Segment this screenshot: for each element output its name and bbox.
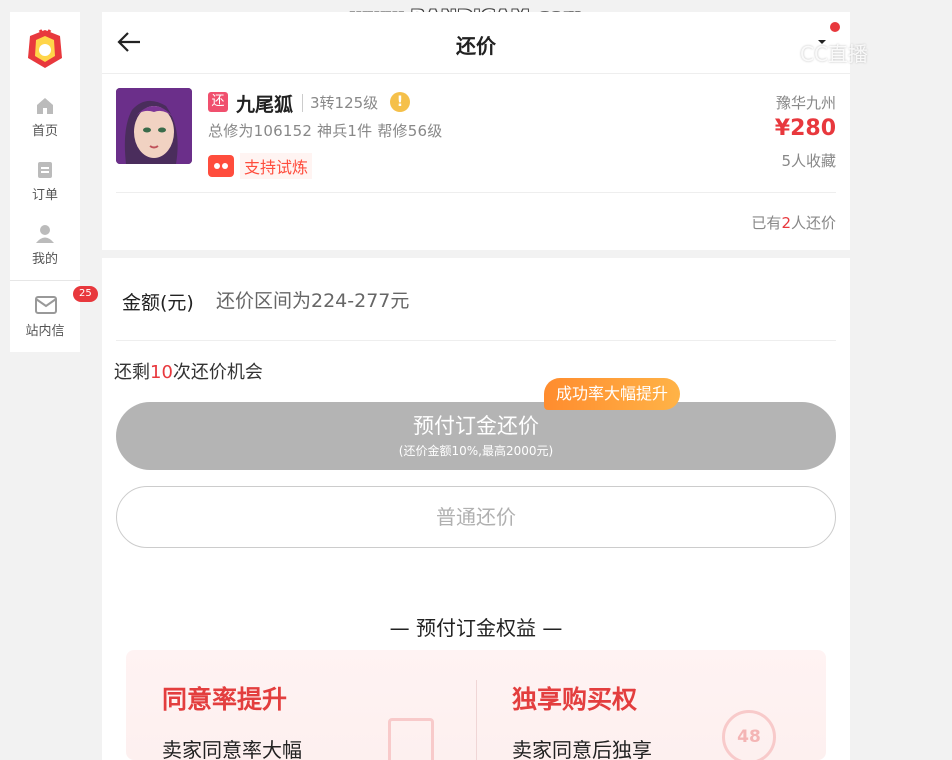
benefits-box: 同意率提升 卖家同意率大幅 独享购买权 卖家同意后独享 48: [126, 650, 826, 760]
divider: [476, 680, 477, 760]
benefits-title: — 预付订金权益 —: [389, 616, 563, 640]
benefit-desc: 卖家同意率大幅: [162, 738, 302, 760]
prepay-button-sublabel: (还价金额10%,最高2000元): [398, 444, 554, 458]
normal-haggle-button[interactable]: 普通还价: [116, 486, 836, 548]
sidebar-item-label: 首页: [31, 124, 58, 139]
message-count-badge: 25: [73, 286, 98, 302]
order-icon: [35, 160, 55, 180]
main-content: 还价 还 九尾狐 3转125级 ! 总修为106152 神兵1件 帮修56级 支…: [102, 12, 850, 760]
user-icon: [35, 224, 55, 244]
divider: [116, 192, 836, 193]
hours-badge-icon: 48: [722, 710, 776, 760]
info-warning-icon[interactable]: !: [390, 92, 410, 112]
sidebar-item-messages[interactable]: 25 站内信: [10, 286, 98, 339]
amount-input[interactable]: 还价区间为224-277元: [216, 286, 409, 313]
remaining-suffix: 次还价机会: [172, 362, 263, 383]
sidebar-item-label: 站内信: [25, 324, 65, 339]
haggle-panel: 金额(元) 还价区间为224-277元 还剩10次还价机会 预付订金还价 (还价…: [102, 258, 850, 760]
amount-label: 金额(元): [122, 292, 194, 314]
haggle-count-number: 2: [781, 214, 791, 232]
benefit-desc: 卖家同意后独享: [512, 738, 652, 760]
haggle-count: 已有2人还价: [751, 212, 836, 233]
sidebar-item-mine[interactable]: 我的: [10, 224, 80, 267]
divider: [116, 340, 836, 341]
prepay-haggle-button[interactable]: 预付订金还价 (还价金额10%,最高2000元): [116, 402, 836, 470]
sidebar-item-home[interactable]: 首页: [10, 96, 80, 139]
benefit-heading: 独享购买权: [512, 685, 638, 714]
gamepad-icon: [208, 155, 234, 177]
product-price: ¥280: [774, 116, 836, 141]
sidebar-divider: [10, 280, 80, 281]
sidebar-item-label: 订单: [31, 188, 58, 203]
home-icon: [35, 96, 55, 116]
haggle-count-suffix: 人还价: [790, 214, 836, 232]
benefit-heading: 同意率提升: [162, 685, 288, 714]
remaining-count: 10: [150, 362, 173, 383]
remaining-prefix: 还剩: [114, 362, 150, 383]
product-card[interactable]: 还 九尾狐 3转125级 ! 总修为106152 神兵1件 帮修56级 支持试炼…: [102, 74, 850, 250]
haggle-count-prefix: 已有: [751, 214, 782, 232]
mail-icon: 25: [35, 286, 98, 316]
success-rate-promo-badge: 成功率大幅提升: [544, 378, 681, 410]
divider: [302, 94, 303, 112]
cc-watermark: CC直播: [800, 42, 868, 66]
server-name: 豫华九州: [775, 94, 836, 112]
page-title: 还价: [456, 34, 496, 58]
sidebar-item-orders[interactable]: 订单: [10, 160, 80, 203]
sidebar: 首页 订单 我的 25 站内信: [10, 12, 98, 352]
product-stats: 总修为106152 神兵1件 帮修56级: [208, 122, 443, 140]
document-icon: [388, 718, 434, 760]
favorite-count: 5人收藏: [781, 152, 836, 170]
remaining-chances: 还剩10次还价机会: [114, 358, 263, 384]
prepay-button-label: 预付订金还价: [413, 414, 539, 438]
product-name: 九尾狐: [236, 94, 294, 116]
sidebar-item-label: 我的: [31, 252, 58, 267]
notification-dot: [830, 22, 840, 32]
trial-support-tag: 支持试炼: [208, 153, 313, 179]
character-avatar: [116, 88, 192, 164]
haggle-tag: 还: [208, 92, 228, 112]
page-header: 还价: [102, 12, 850, 74]
app-logo-icon[interactable]: [22, 26, 68, 72]
trial-label: 支持试炼: [240, 153, 313, 179]
product-level: 3转125级: [310, 94, 379, 112]
